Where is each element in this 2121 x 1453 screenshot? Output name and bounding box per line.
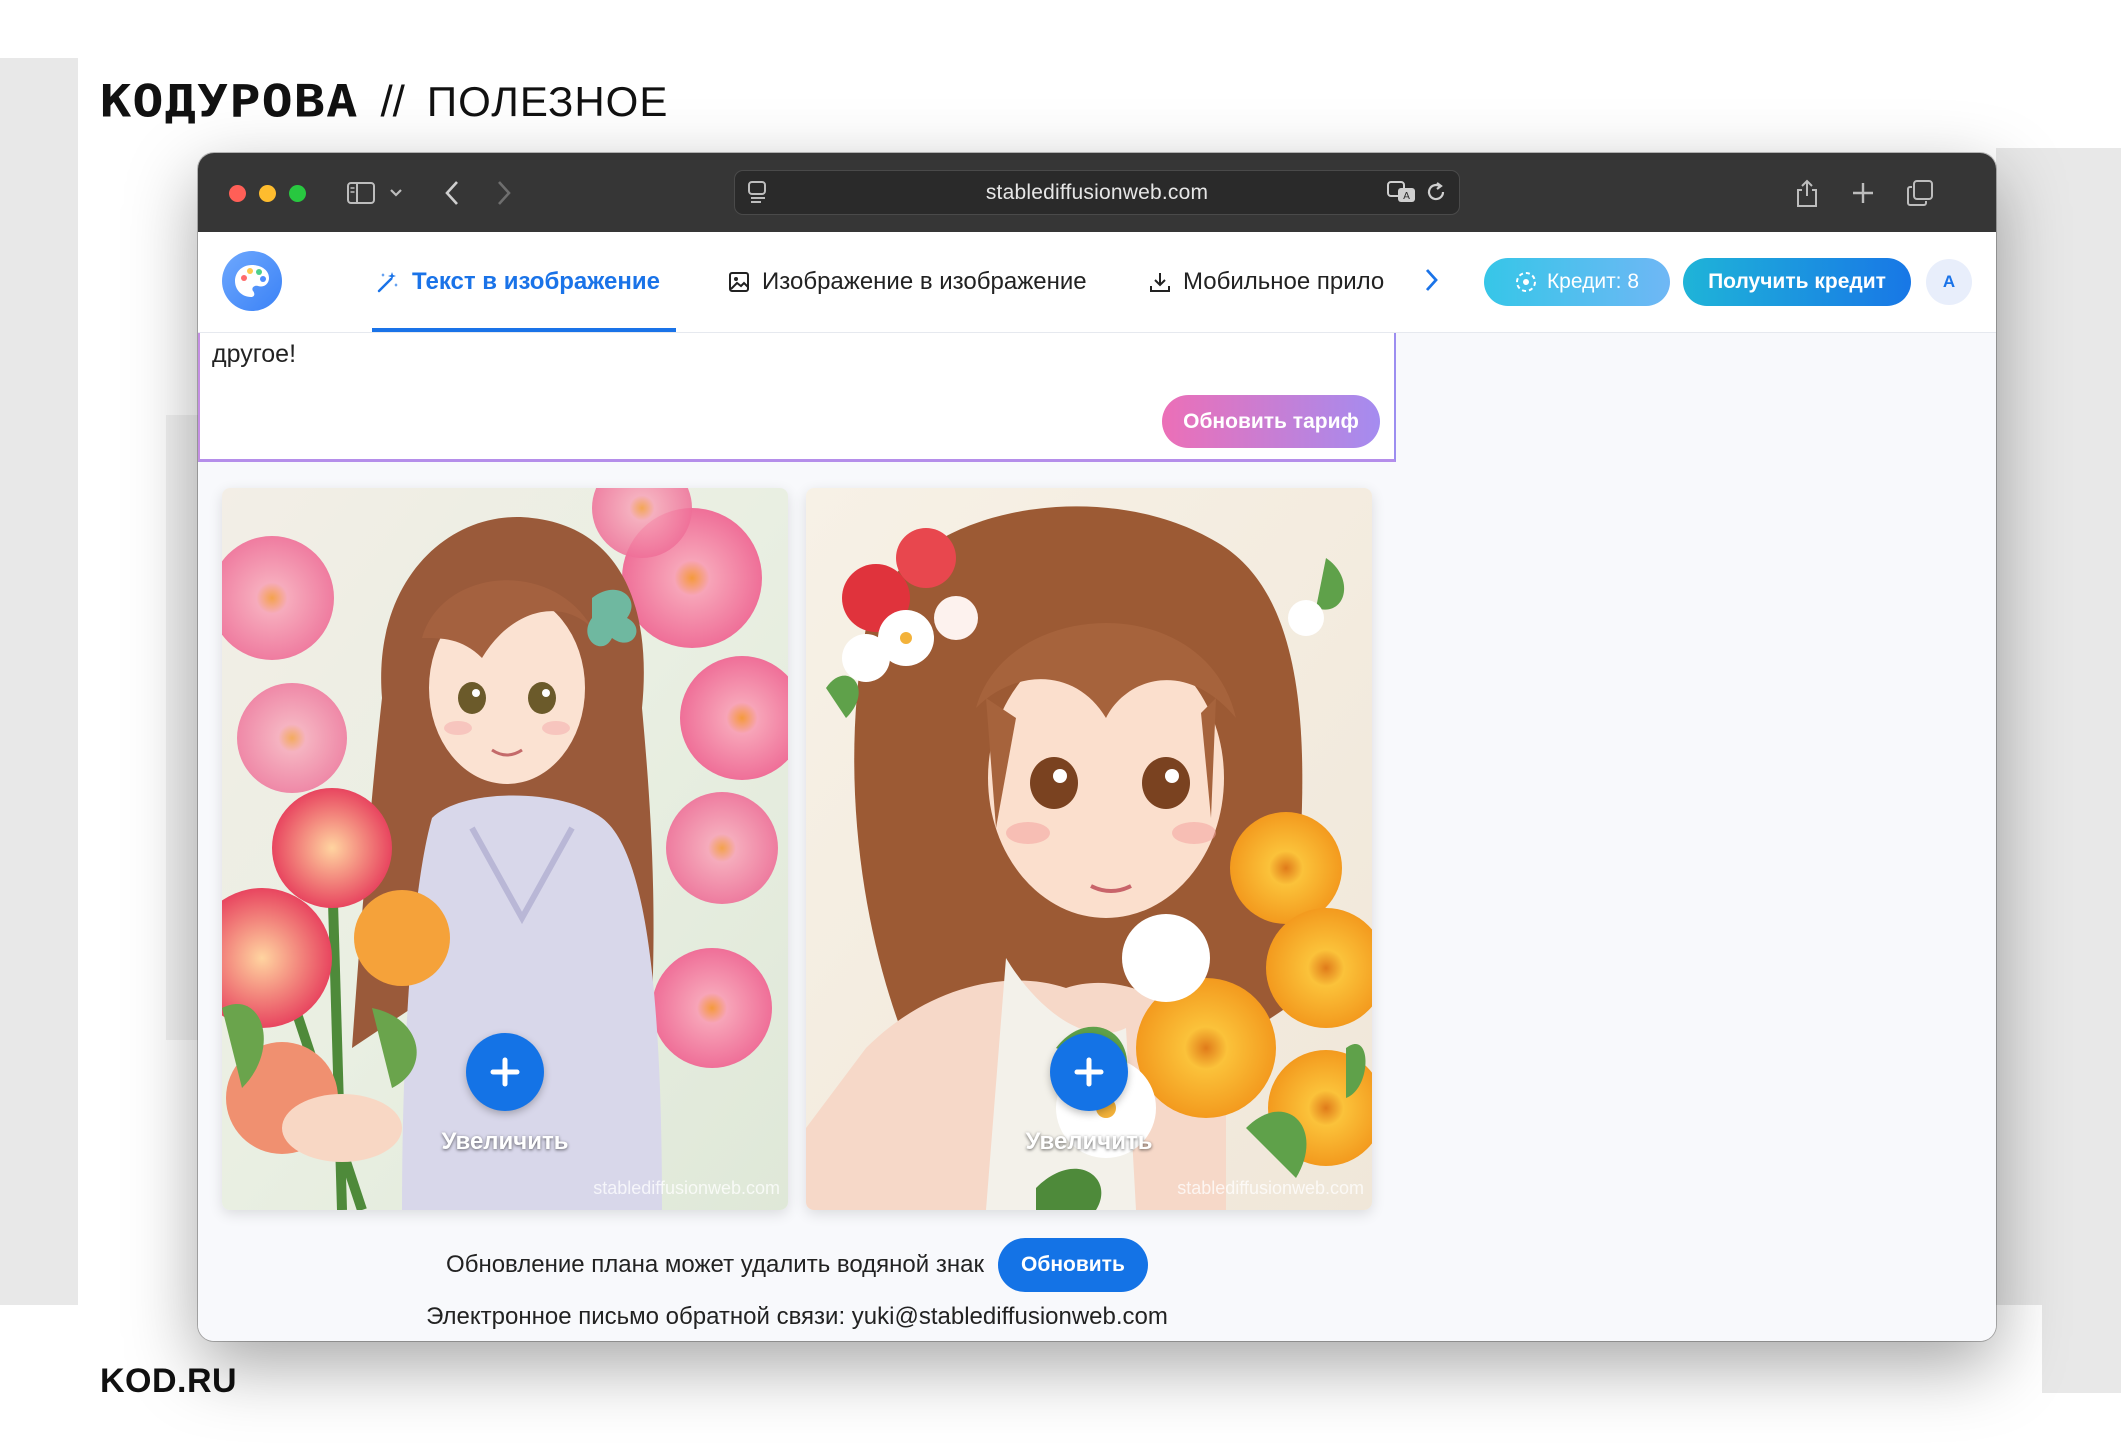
- zoom-button[interactable]: [1050, 1033, 1128, 1111]
- browser-titlebar: stablediffusionweb.com A: [198, 153, 1996, 232]
- plus-icon: [1074, 1057, 1104, 1087]
- credit-badge[interactable]: Кредит: 8: [1484, 258, 1670, 306]
- magic-wand-icon: [377, 272, 398, 293]
- watermark-notice-text: Обновление плана может удалить водяной з…: [446, 1251, 984, 1278]
- tab-label: Текст в изображение: [412, 268, 660, 295]
- zoom-label: Увеличить: [1025, 1128, 1153, 1155]
- tab-label: Изображение в изображение: [762, 268, 1087, 295]
- tab-label: Мобильное прило: [1183, 268, 1385, 295]
- browser-window: stablediffusionweb.com A Текст в изображ…: [198, 153, 1996, 1341]
- back-arrow-icon[interactable]: [438, 173, 466, 213]
- brand-logo: KOДУРОВА: [100, 76, 359, 128]
- image-icon: [729, 272, 749, 292]
- translate-icon[interactable]: A: [1387, 181, 1417, 208]
- chevron-down-icon[interactable]: [386, 173, 406, 213]
- active-tab-indicator: [372, 328, 676, 332]
- upgrade-button[interactable]: Обновить: [997, 1238, 1148, 1292]
- image-watermark: stablediffusionweb.com: [593, 1178, 780, 1198]
- tab-mobile-app[interactable]: Мобильное прило: [1149, 232, 1384, 332]
- upgrade-notice-text: другое!: [212, 340, 297, 368]
- zoom-window-button[interactable]: [289, 185, 306, 202]
- get-credit-button[interactable]: Получить кредит: [1683, 258, 1911, 306]
- close-window-button[interactable]: [229, 185, 246, 202]
- palette-icon: [235, 265, 269, 297]
- sidebar-toggle-icon[interactable]: [344, 173, 378, 213]
- watermark-notice: Обновление плана может удалить водяной з…: [198, 1238, 1396, 1292]
- zoom-label: Увеличить: [441, 1128, 569, 1155]
- zoom-button[interactable]: [466, 1033, 544, 1111]
- url-text: stablediffusionweb.com: [985, 180, 1209, 204]
- generated-image-card[interactable]: Увеличить stablediffusionweb.com: [806, 488, 1372, 1210]
- image-watermark: stablediffusionweb.com: [1177, 1178, 1364, 1198]
- forward-arrow-icon[interactable]: [490, 173, 518, 213]
- site-navbar: Текст в изображение Изображение в изобра…: [198, 232, 1996, 333]
- backdrop-right-panel: [1996, 148, 2121, 1393]
- tab-image-to-image[interactable]: Изображение в изображение: [728, 232, 1087, 332]
- brand-section-title: ПОЛЕЗНОЕ: [426, 78, 669, 125]
- svg-text:A: A: [1403, 191, 1410, 202]
- feedback-email-text: Электронное письмо обратной связи: yuki@…: [426, 1303, 1168, 1330]
- reload-icon[interactable]: [1425, 181, 1447, 208]
- credit-icon: [1515, 272, 1536, 292]
- share-icon[interactable]: [1792, 173, 1822, 213]
- plus-icon: [490, 1057, 520, 1087]
- site-logo[interactable]: [222, 251, 282, 311]
- download-icon: [1150, 273, 1170, 292]
- page-menu-icon[interactable]: [747, 180, 769, 209]
- avatar[interactable]: A: [1926, 259, 1972, 305]
- chevron-right-icon[interactable]: [1424, 266, 1440, 299]
- upgrade-plan-button[interactable]: Обновить тариф: [1162, 395, 1380, 448]
- new-tab-icon[interactable]: [1848, 173, 1878, 213]
- upgrade-notice: другое! Обновить тариф: [198, 333, 1396, 462]
- tab-overview-icon[interactable]: [1904, 173, 1936, 213]
- credit-label: Кредит: 8: [1546, 270, 1640, 293]
- generated-image-card[interactable]: Увеличить stablediffusionweb.com: [222, 488, 788, 1210]
- tab-text-to-image[interactable]: Текст в изображение: [376, 232, 660, 332]
- main-content: другое! Обновить тариф Увеличить stabled…: [198, 333, 1996, 1341]
- brand-separator: //: [380, 77, 405, 126]
- brand-header: KOДУРОВА // ПОЛЕЗНОЕ: [100, 72, 668, 132]
- minimize-window-button[interactable]: [259, 185, 276, 202]
- backdrop-left-panel: [0, 58, 78, 1308]
- address-bar[interactable]: stablediffusionweb.com A: [734, 170, 1460, 215]
- footer-site-label: KOD.RU: [100, 1362, 238, 1400]
